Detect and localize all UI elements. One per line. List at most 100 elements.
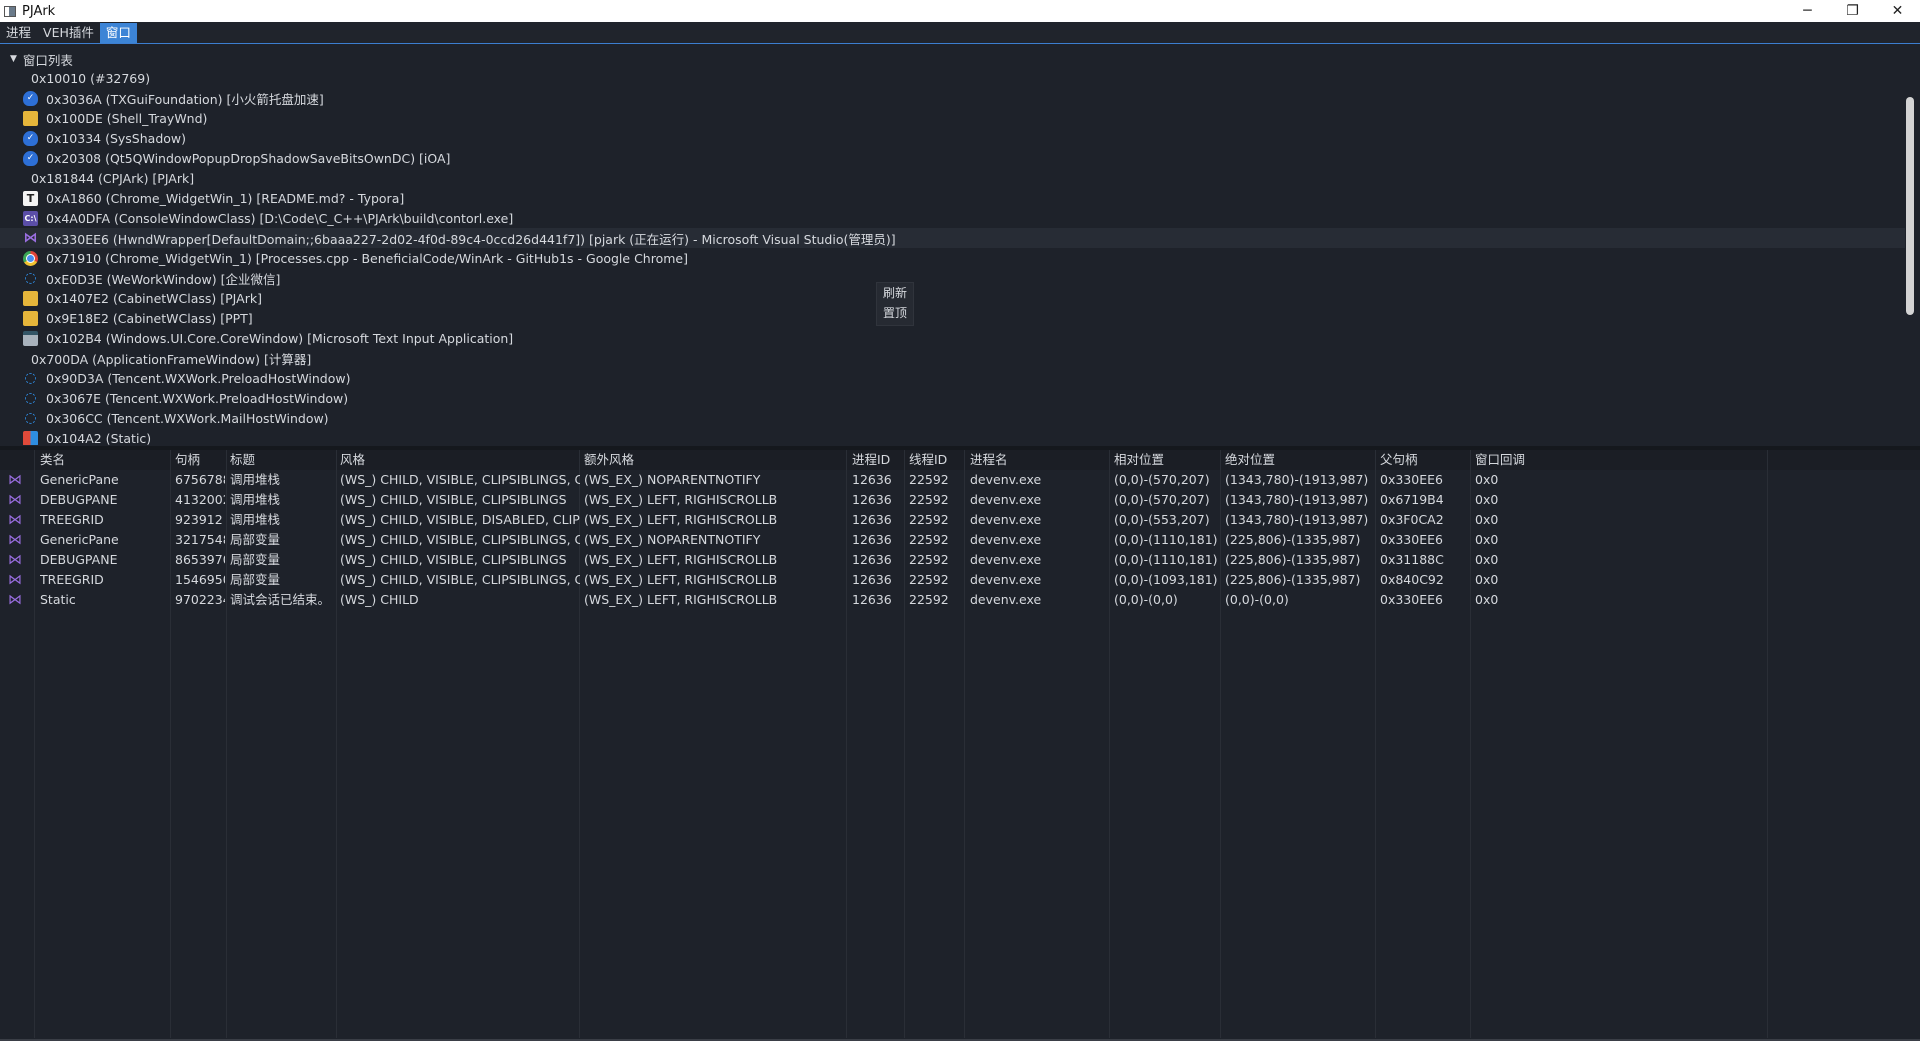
table-cell: devenv.exe (970, 552, 1042, 567)
tree-item[interactable]: ✓ 0x20308 (Qt5QWindowPopupDropShadowSaveB… (0, 148, 1905, 168)
refresh-menu-item[interactable]: 刷新 (877, 283, 913, 303)
table-cell: (0,0)-(1093,181) (1114, 572, 1218, 587)
vs-icon: ⋈ (23, 230, 38, 246)
table-cell: 调试会话已结束。 (230, 592, 331, 607)
tab-window[interactable]: 窗口 (99, 22, 137, 43)
tree-item-label: 0x20308 (Qt5QWindowPopupDropShadowSaveBi… (46, 150, 451, 166)
chrome-icon (23, 250, 38, 266)
app-icon (4, 5, 16, 17)
table-cell: devenv.exe (970, 472, 1042, 487)
tree-item[interactable]: ◌ 0x3067E (Tencent.WXWork.PreloadHostWind… (0, 388, 1905, 408)
tree-root[interactable]: ▼ 窗口列表 (10, 50, 73, 68)
tab-veh-plugin[interactable]: VEH插件 (37, 23, 100, 43)
tab-process[interactable]: 进程 (0, 23, 37, 43)
tree-item-label: 0x330EE6 (HwndWrapper[DefaultDomain;;6ba… (46, 231, 896, 247)
win-icon (23, 330, 38, 346)
table-cell: 0x6719B4 (1380, 492, 1444, 507)
column-header[interactable]: 窗口回调 (1475, 450, 1575, 470)
table-cell: GenericPane (40, 472, 119, 487)
table-cell: (1343,780)-(1913,987) (1225, 472, 1369, 487)
column-header[interactable]: 进程ID (852, 450, 904, 470)
visual-studio-icon: ⋈ (8, 492, 22, 508)
table-cell: (WS_EX_) NOPARENTNOTIFY (584, 532, 761, 547)
table-cell: Static (40, 592, 76, 607)
column-header[interactable]: 相对位置 (1114, 450, 1220, 470)
table-cell: 12636 (852, 592, 892, 607)
column-header[interactable]: 风格 (340, 450, 580, 470)
table-cell: 局部变量 (230, 552, 281, 567)
table-cell: 0x330EE6 (1380, 592, 1443, 607)
table-cell: (225,806)-(1335,987) (1225, 552, 1361, 567)
table-cell: 调用堆栈 (230, 492, 281, 507)
table-cell: (WS_EX_) LEFT, RIGHISCROLLB (584, 492, 778, 507)
table-cell: TREEGRID (40, 512, 104, 527)
tree-item[interactable]: ✓ 0x10334 (SysShadow) (0, 128, 1905, 148)
column-header[interactable]: 线程ID (909, 450, 965, 470)
table-cell: 调用堆栈 (230, 512, 281, 527)
column-header[interactable]: 绝对位置 (1225, 450, 1375, 470)
table-cell: 0x0 (1475, 512, 1499, 527)
table-cell: 22592 (909, 532, 949, 547)
tree-item[interactable]: ◌ 0x90D3A (Tencent.WXWork.PreloadHostWind… (0, 368, 1905, 388)
tree-item[interactable]: ⋈ 0x330EE6 (HwndWrapper[DefaultDomain;;6b… (0, 228, 1905, 248)
table-cell: (225,806)-(1335,987) (1225, 532, 1361, 547)
table-cell: TREEGRID (40, 572, 104, 587)
tree-item[interactable]: 0x104A2 (Static) (0, 428, 1905, 445)
tree-scrollbar[interactable] (1906, 97, 1914, 315)
table-cell: 局部变量 (230, 532, 281, 547)
tree-item-label: 0x1407E2 (CabinetWClass) [PJArk] (46, 290, 262, 306)
window-title: PJArk (22, 3, 56, 19)
pin-top-menu-item[interactable]: 置顶 (877, 303, 913, 323)
table-row[interactable]: ⋈ GenericPane 6756788 调用堆栈 (WS_) CHILD, VISI… (0, 470, 1920, 490)
column-header[interactable]: 额外风格 (584, 450, 849, 470)
table-cell: 22592 (909, 512, 949, 527)
tree-item[interactable]: 0x102B4 (Windows.UI.Core.CoreWindow) [Mi… (0, 328, 1905, 348)
window-tree[interactable]: ▼ 窗口列表 0x10010 (#32769) ✓ 0x3036A (TXGuiFo… (0, 45, 1920, 445)
column-header[interactable]: 进程名 (970, 450, 1110, 470)
visual-studio-icon: ⋈ (8, 532, 22, 548)
tree-item[interactable]: ◌ 0x306CC (Tencent.WXWork.MailHostWindow) (0, 408, 1905, 428)
console-icon: C:\ (23, 210, 38, 226)
table-row[interactable]: ⋈ DEBUGPANE 8653970 局部变量 (WS_) CHILD, VISIBL… (0, 550, 1920, 570)
tree-item[interactable]: 0x100DE (Shell_TrayWnd) (0, 108, 1905, 128)
expand-triangle-icon[interactable]: ▼ (10, 54, 17, 64)
tree-item[interactable]: 0x71910 (Chrome_WidgetWin_1) [Processes.… (0, 248, 1905, 268)
tree-item[interactable]: ✓ 0x3036A (TXGuiFoundation) [小火箭托盘加速] (0, 88, 1905, 108)
table-cell: 9702234 (175, 592, 225, 607)
table-cell: 22592 (909, 472, 949, 487)
table-cell: 3217548 (175, 532, 225, 547)
table-row[interactable]: ⋈ DEBUGPANE 4132002 调用堆栈 (WS_) CHILD, VISIBL… (0, 490, 1920, 510)
shield-icon: ✓ (23, 130, 38, 146)
tree-root-label: 窗口列表 (22, 52, 73, 68)
table-row[interactable]: ⋈ TREEGRID 923912 调用堆栈 (WS_) CHILD, VISIBLE,… (0, 510, 1920, 530)
tree-item-label: 0xE0D3E (WeWorkWindow) [企业微信] (46, 271, 281, 287)
tree-item[interactable]: 0x9E18E2 (CabinetWClass) [PPT] (0, 308, 1905, 328)
tab-bar: 进程 VEH插件 窗口 (0, 22, 1920, 44)
tree-item[interactable]: C:\ 0x4A0DFA (ConsoleWindowClass) [D:\Cod… (0, 208, 1905, 228)
table-header: 类名 句柄 标题 风格 额外风格 进程ID 线程ID 进程名 相对位置 绝对位置 父句柄 窗口回调 (0, 450, 1920, 470)
tree-item[interactable]: 0x181844 (CPJArk) [PJArk] (0, 168, 1905, 188)
tree-item-label: 0x104A2 (Static) (46, 430, 152, 446)
column-header[interactable]: 父句柄 (1380, 450, 1470, 470)
tree-item-label: 0x700DA (ApplicationFrameWindow) [计算器] (31, 351, 312, 367)
folder-icon (23, 290, 38, 306)
table-cell: devenv.exe (970, 492, 1042, 507)
restore-button[interactable]: ❐ (1830, 0, 1875, 22)
minimize-button[interactable]: ─ (1785, 0, 1830, 22)
column-header[interactable]: 句柄 (175, 450, 225, 470)
tree-item[interactable]: 0x10010 (#32769) (0, 68, 1905, 88)
table-cell: 局部变量 (230, 572, 281, 587)
table-row[interactable]: ⋈ GenericPane 3217548 局部变量 (WS_) CHILD, VISI… (0, 530, 1920, 550)
column-header[interactable]: 类名 (40, 450, 170, 470)
table-row[interactable]: ⋈ TREEGRID 1546950E 局部变量 (WS_) CHILD, VISIBL… (0, 570, 1920, 590)
tree-item[interactable]: 0x700DA (ApplicationFrameWindow) [计算器] (0, 348, 1905, 368)
table-cell: 0x0 (1475, 552, 1499, 567)
tree-item[interactable]: ◌ 0xE0D3E (WeWorkWindow) [企业微信] (0, 268, 1905, 288)
visual-studio-icon: ⋈ (8, 572, 22, 588)
close-button[interactable]: ✕ (1875, 0, 1920, 22)
tree-item[interactable]: 0x1407E2 (CabinetWClass) [PJArk] (0, 288, 1905, 308)
column-header[interactable]: 标题 (230, 450, 335, 470)
table-row[interactable]: ⋈ Static 9702234 调试会话已结束。 (WS_) CHILD (WS_EX_… (0, 590, 1920, 610)
table-cell: (0,0)-(0,0) (1114, 592, 1178, 607)
tree-item[interactable]: T 0xA1860 (Chrome_WidgetWin_1) [README.md… (0, 188, 1905, 208)
